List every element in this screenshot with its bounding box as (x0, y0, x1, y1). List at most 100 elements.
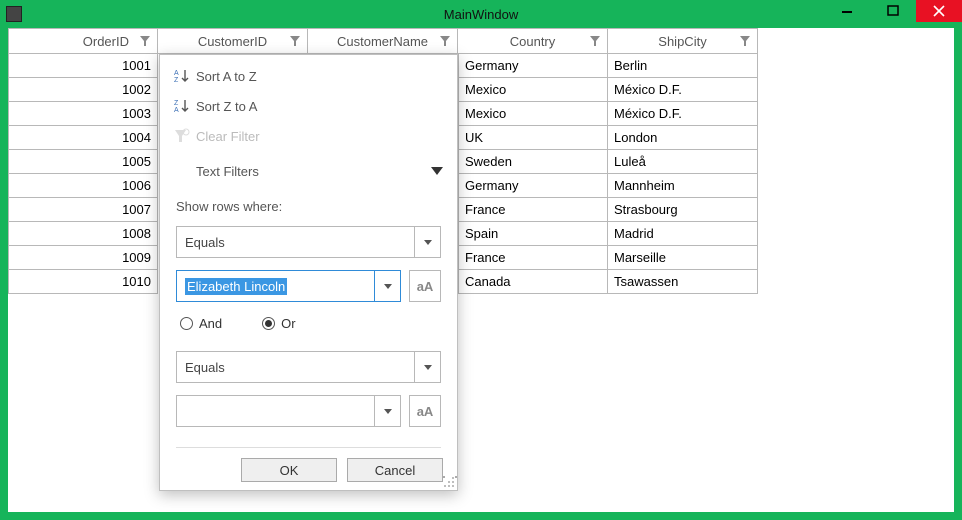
cell-orderid[interactable]: 1005 (8, 150, 158, 174)
main-window: MainWindow OrderID CustomerID C (0, 0, 962, 520)
operator2-value: Equals (176, 351, 415, 383)
cancel-button[interactable]: Cancel (347, 458, 443, 482)
and-radio[interactable]: And (180, 316, 222, 331)
svg-text:Z: Z (174, 77, 179, 84)
header-orderid[interactable]: OrderID (8, 28, 158, 54)
cell-country[interactable]: France (458, 246, 608, 270)
logic-radios: And Or (180, 316, 441, 331)
sort-desc-item[interactable]: ZA Sort Z to A (160, 91, 457, 121)
cell-shipcity[interactable]: Tsawassen (608, 270, 758, 294)
popup-buttons: OK Cancel (241, 458, 443, 482)
cell-shipcity[interactable]: London (608, 126, 758, 150)
radio-icon (262, 317, 275, 330)
filter-icon[interactable] (439, 35, 451, 47)
table-row[interactable]: 1007 FranceStrasbourg (8, 198, 954, 222)
table-row[interactable]: 1003 MexicoMéxico D.F. (8, 102, 954, 126)
text-filters-label: Text Filters (196, 164, 431, 179)
table-row[interactable]: 1001 GermanyBerlin (8, 54, 954, 78)
resize-grip[interactable] (443, 476, 455, 488)
table-row[interactable]: 1005 SwedenLuleå (8, 150, 954, 174)
cell-country[interactable]: Germany (458, 54, 608, 78)
table-row[interactable]: 1002 MexicoMéxico D.F. (8, 78, 954, 102)
table-row[interactable]: 1006 GermanyMannheim (8, 174, 954, 198)
cell-shipcity[interactable]: Strasbourg (608, 198, 758, 222)
text-filters-item[interactable]: Text Filters (160, 151, 457, 191)
header-customerid[interactable]: CustomerID (158, 28, 308, 54)
cell-shipcity[interactable]: Berlin (608, 54, 758, 78)
svg-text:A: A (174, 70, 179, 77)
case-sensitive-toggle-2[interactable]: aA (409, 395, 441, 427)
svg-text:Z: Z (174, 100, 179, 107)
cell-country[interactable]: Sweden (458, 150, 608, 174)
cell-orderid[interactable]: 1006 (8, 174, 158, 198)
or-radio[interactable]: Or (262, 316, 295, 331)
cell-country[interactable]: France (458, 198, 608, 222)
radio-dot-icon (265, 320, 272, 327)
value1-input[interactable]: Elizabeth Lincoln (176, 270, 375, 302)
cell-orderid[interactable]: 1004 (8, 126, 158, 150)
cell-orderid[interactable]: 1001 (8, 54, 158, 78)
value1-combo[interactable]: Elizabeth Lincoln (176, 270, 401, 302)
operator1-dropdown-button[interactable] (415, 226, 441, 258)
sort-asc-item[interactable]: AZ Sort A to Z (160, 61, 457, 91)
cell-country[interactable]: Mexico (458, 102, 608, 126)
cell-shipcity[interactable]: México D.F. (608, 78, 758, 102)
cell-country[interactable]: Spain (458, 222, 608, 246)
table-row[interactable]: 1004 UKLondon (8, 126, 954, 150)
and-label: And (199, 316, 222, 331)
close-icon (933, 5, 945, 17)
table-row[interactable]: 1008 SpainMadrid (8, 222, 954, 246)
cell-shipcity[interactable]: Marseille (608, 246, 758, 270)
sort-asc-icon: AZ (174, 68, 196, 84)
chevron-down-icon (431, 167, 443, 175)
cell-shipcity[interactable]: Madrid (608, 222, 758, 246)
operator1-combo[interactable]: Equals (176, 226, 441, 258)
cell-country[interactable]: Mexico (458, 78, 608, 102)
cell-country[interactable]: Canada (458, 270, 608, 294)
cell-shipcity[interactable]: Luleå (608, 150, 758, 174)
close-button[interactable] (916, 0, 962, 22)
header-country[interactable]: Country (458, 28, 608, 54)
filter-icon[interactable] (139, 35, 151, 47)
cell-orderid[interactable]: 1007 (8, 198, 158, 222)
clear-filter-icon (174, 128, 196, 144)
sort-desc-label: Sort Z to A (196, 99, 443, 114)
cell-country[interactable]: Germany (458, 174, 608, 198)
filter-popup: AZ Sort A to Z ZA Sort Z to A Clear Filt… (159, 54, 458, 491)
table-row[interactable]: 1009 FranceMarseille (8, 246, 954, 270)
case-sensitive-toggle-1[interactable]: aA (409, 270, 441, 302)
header-shipcity[interactable]: ShipCity (608, 28, 758, 54)
grid-header: OrderID CustomerID CustomerName Country … (8, 28, 954, 54)
minimize-button[interactable] (824, 0, 870, 22)
cell-orderid[interactable]: 1009 (8, 246, 158, 270)
chevron-down-icon (384, 409, 392, 414)
cell-shipcity[interactable]: México D.F. (608, 102, 758, 126)
filter-icon[interactable] (289, 35, 301, 47)
cell-orderid[interactable]: 1002 (8, 78, 158, 102)
operator2-combo[interactable]: Equals (176, 351, 441, 383)
cell-country[interactable]: UK (458, 126, 608, 150)
window-controls (824, 0, 962, 22)
filter-icon[interactable] (739, 35, 751, 47)
operator2-dropdown-button[interactable] (415, 351, 441, 383)
header-shipcity-label: ShipCity (658, 34, 706, 49)
header-customername[interactable]: CustomerName (308, 28, 458, 54)
value2-dropdown-button[interactable] (375, 395, 401, 427)
separator (176, 447, 441, 448)
cell-orderid[interactable]: 1008 (8, 222, 158, 246)
maximize-icon (887, 5, 899, 17)
titlebar[interactable]: MainWindow (0, 0, 962, 28)
cell-orderid[interactable]: 1003 (8, 102, 158, 126)
chevron-down-icon (384, 284, 392, 289)
value2-combo[interactable] (176, 395, 401, 427)
cell-shipcity[interactable]: Mannheim (608, 174, 758, 198)
maximize-button[interactable] (870, 0, 916, 22)
show-rows-label: Show rows where: (176, 199, 441, 214)
popup-menu: AZ Sort A to Z ZA Sort Z to A Clear Filt… (160, 55, 457, 191)
table-row[interactable]: 1010 CanadaTsawassen (8, 270, 954, 294)
cell-orderid[interactable]: 1010 (8, 270, 158, 294)
value2-input[interactable] (176, 395, 375, 427)
filter-icon[interactable] (589, 35, 601, 47)
ok-button[interactable]: OK (241, 458, 337, 482)
value1-dropdown-button[interactable] (375, 270, 401, 302)
